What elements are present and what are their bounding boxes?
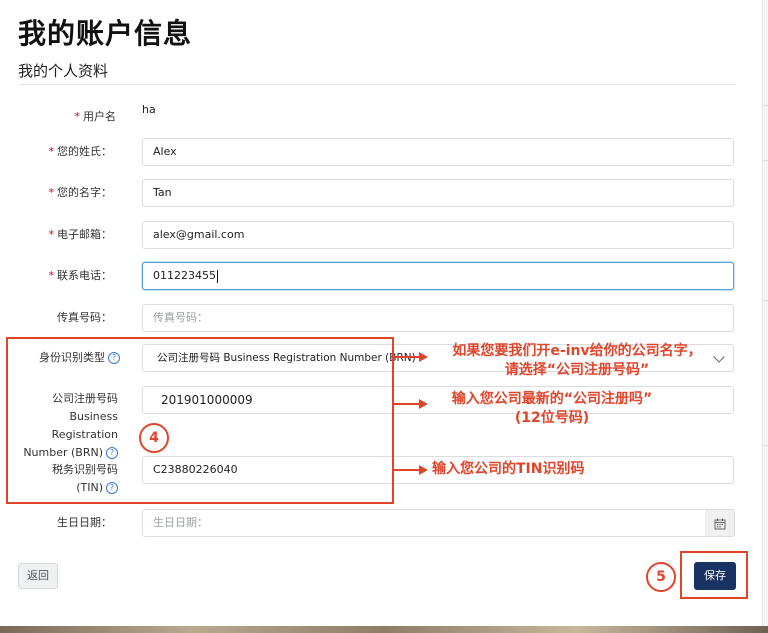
first-name-label: * 您的名字：	[48, 186, 113, 199]
right-panel-edge	[762, 0, 768, 633]
required-mark: *	[48, 186, 55, 199]
required-mark: *	[74, 110, 81, 123]
text-cursor	[217, 269, 218, 283]
step-4-marker: 4	[139, 423, 169, 453]
phone-input[interactable]: 011223455	[142, 262, 734, 290]
birthday-label: 生日日期：	[57, 516, 112, 529]
back-button[interactable]: 返回	[18, 563, 58, 589]
annotation-tin: 输入您公司的TIN识别码	[432, 461, 585, 477]
last-name-label: * 您的姓氏：	[48, 145, 113, 158]
email-input[interactable]: alex@gmail.com	[142, 221, 734, 249]
save-button[interactable]: 保存	[694, 562, 736, 590]
username-label: * 用户名	[74, 110, 117, 123]
arrow-brn	[394, 403, 420, 405]
last-name-input[interactable]: Alex	[142, 138, 734, 166]
username-value: ha	[142, 103, 156, 116]
annotation-brn: 输入您公司最新的“公司注册吗” (12位号码)	[451, 391, 653, 426]
arrow-head	[419, 352, 428, 362]
step-5-marker: 5	[646, 562, 676, 592]
required-mark: *	[48, 269, 55, 282]
required-mark: *	[48, 145, 55, 158]
arrow-id-type	[394, 356, 420, 358]
fax-label: 传真号码：	[57, 311, 112, 324]
arrow-tin	[394, 469, 420, 471]
page-title: 我的账户信息	[18, 17, 193, 50]
arrow-head	[419, 399, 428, 409]
calendar-icon	[714, 518, 726, 530]
highlight-box-id-fields	[6, 337, 394, 504]
arrow-head	[419, 465, 428, 475]
first-name-input[interactable]: Tan	[142, 179, 734, 207]
fax-input[interactable]: 传真号码：	[142, 304, 734, 332]
section-title: 我的个人资料	[18, 62, 109, 80]
annotation-id-type: 如果您要我们开e-inv给你的公司名字， 请选择“公司注册号码”	[452, 343, 702, 378]
section-divider	[18, 84, 736, 85]
background-strip	[0, 626, 768, 633]
required-mark: *	[48, 228, 55, 241]
birthday-input[interactable]: 生日日期：	[142, 509, 706, 537]
calendar-button[interactable]	[705, 509, 735, 537]
email-label: * 电子邮箱：	[48, 228, 113, 241]
phone-label: * 联系电话：	[48, 269, 113, 282]
